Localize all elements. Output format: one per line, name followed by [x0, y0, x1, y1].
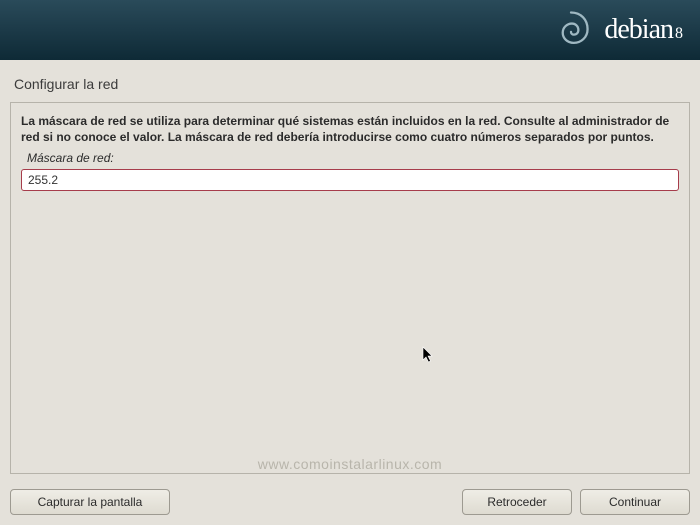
brand-version: 8 [675, 25, 682, 43]
instructions-text: La máscara de red se utiliza para determ… [21, 113, 679, 145]
netmask-input[interactable] [21, 169, 679, 191]
installer-header: debian8 [0, 0, 700, 60]
netmask-label: Máscara de red: [27, 151, 679, 165]
debian-brand-text: debian8 [604, 14, 682, 46]
brand-name: debian [604, 14, 673, 46]
main-panel: La máscara de red se utiliza para determ… [10, 102, 690, 474]
back-button[interactable]: Retroceder [462, 489, 572, 515]
debian-swirl-icon [548, 7, 594, 53]
screenshot-button[interactable]: Capturar la pantalla [10, 489, 170, 515]
page-title: Configurar la red [0, 60, 700, 102]
button-bar: Capturar la pantalla Retroceder Continua… [0, 479, 700, 525]
continue-button[interactable]: Continuar [580, 489, 690, 515]
